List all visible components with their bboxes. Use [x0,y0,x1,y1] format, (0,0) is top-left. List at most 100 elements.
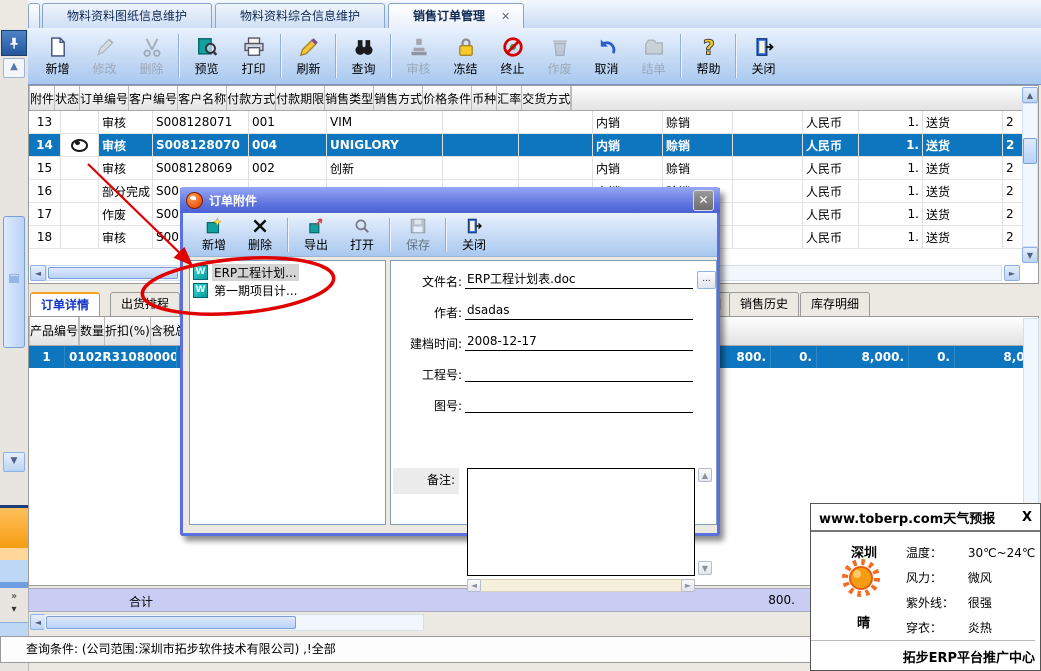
tab-sales-order[interactable]: 销售订单管理 ✕ [388,3,524,28]
cut-icon [141,36,163,58]
attachment-delete-button[interactable]: 删除 [237,215,283,255]
print-button[interactable]: 打印 [230,31,277,81]
column-header[interactable]: 状态 [55,86,80,110]
tab-stub[interactable] [28,3,40,28]
field-value[interactable]: ERP工程计划表.doc [465,269,693,289]
toolbar-separator [335,34,337,78]
refresh-icon [298,36,320,58]
column-header[interactable]: 付款方式 [227,86,276,110]
freeze-button[interactable]: 冻结 [442,31,489,81]
column-header[interactable] [571,86,572,110]
column-header[interactable]: 汇率 [497,86,522,110]
field-value[interactable]: 2008-12-17 [465,331,693,351]
weather-popup: www.toberp.com天气预报 X 深圳 晴 温度： 30℃~24℃ 风力… [810,503,1041,671]
tab-order-detail[interactable]: 订单详情 [30,292,100,316]
freeze-icon [455,36,477,58]
column-header[interactable]: 数量 [80,317,105,345]
weather-close-icon[interactable]: X [1022,510,1032,525]
column-header[interactable]: 产品编号 [30,317,79,345]
field-value[interactable] [465,362,693,382]
column-header[interactable]: 客户编号 [129,86,178,110]
remark-hscroll-track[interactable] [467,579,695,592]
attachment-file-list: W ERP工程计划... W 第一期项目计... [189,260,386,525]
dialog-titlebar[interactable]: 订单附件 ✕ [180,187,720,213]
refresh-button[interactable]: 刷新 [285,31,332,81]
collapse-up-icon[interactable]: ▲ [3,58,25,78]
remark-scroll-down-icon[interactable]: ▼ [698,561,712,575]
query-icon [353,36,375,58]
attachment-new-button[interactable]: 新增 [191,215,237,255]
rail-expand-icons[interactable]: »▾ [4,590,24,620]
toolbar-separator [280,34,282,78]
tab-shipping-schedule[interactable]: 出货排程 [110,292,180,316]
remark-scroll-up-icon[interactable]: ▲ [698,468,712,482]
orders-hscroll-right-icon[interactable]: ► [1004,265,1020,281]
field-value[interactable] [465,393,693,413]
close-order-button: 结单 [630,31,677,81]
tab-stock-detail[interactable]: 库存明细 [800,292,870,316]
column-header[interactable]: 客户名称 [178,86,227,110]
totals-qty-value: 800. [669,593,795,607]
close-button[interactable]: 关闭 [740,31,787,81]
orders-vscroll-up-icon[interactable]: ▲ [1022,87,1038,103]
cancel-button[interactable]: 取消 [583,31,630,81]
preview-button[interactable]: 预览 [183,31,230,81]
column-header[interactable]: 销售类型 [325,86,374,110]
dialog-close-icon[interactable]: ✕ [693,190,714,211]
list-item[interactable]: W ERP工程计划... [190,263,385,281]
remark-label: 备注: [393,468,459,494]
browse-button[interactable]: ... [697,271,716,289]
document-tabbar: 物料资料图纸信息维护 物料资料综合信息维护 销售订单管理 ✕ [28,0,1041,29]
column-header[interactable]: 币种 [472,86,497,110]
form-field: 建档时间: 2008-12-17 ... [391,331,718,353]
attachment-save-button: 保存 [395,215,441,255]
column-header[interactable]: 附件 [30,86,55,110]
orders-vscroll-thumb[interactable] [1023,138,1037,164]
rail-orange-panel[interactable] [0,508,28,548]
remark-textarea[interactable] [467,468,695,576]
dialog-title: 订单附件 [209,192,257,209]
edit-button: 修改 [81,31,128,81]
column-header[interactable]: 折扣(%) [105,317,151,345]
rail-blue-panel[interactable] [0,560,28,582]
attachment-close-button[interactable]: 关闭 [451,215,497,255]
app-logo-icon [186,192,203,209]
pin-icon[interactable] [1,30,27,56]
column-header[interactable]: 交货方式 [522,86,571,110]
list-item[interactable]: W 第一期项目计... [190,281,385,299]
toolbar-separator [390,34,392,78]
column-header[interactable]: 订单编号 [80,86,129,110]
table-row[interactable]: 13 审核 S008128071 001 VIM 内销 赊销 人民币 1. 送货… [29,111,1038,134]
column-header[interactable]: 价格条件 [423,86,472,110]
attachment-export-button[interactable]: 导出 [293,215,339,255]
sun-icon [839,556,883,600]
remark-scroll-right-icon[interactable]: ► [681,579,695,592]
query-button[interactable]: 查询 [340,31,387,81]
detail-hscroll-thumb[interactable] [46,616,296,629]
rail-blue-divider [0,582,28,588]
rail-scroll-down-icon[interactable]: ▼ [3,452,25,472]
field-value[interactable]: dsadas [465,300,693,320]
orders-hscroll-thumb[interactable] [48,267,178,279]
tab-material-drawing[interactable]: 物料资料图纸信息维护 [42,3,212,28]
table-row[interactable]: 14 审核 S008128070 004 UNIGLORY 内销 赊销 人民币 … [29,134,1038,157]
delete-button: 删除 [128,31,175,81]
attachment-open-button[interactable]: 打开 [339,215,385,255]
tab-material-info[interactable]: 物料资料综合信息维护 [215,3,385,28]
rail-scroll-thumb[interactable] [3,216,25,348]
help-button[interactable]: ?帮助 [685,31,732,81]
orders-vscroll-down-icon[interactable]: ▼ [1022,247,1038,263]
stop-button[interactable]: 终止 [489,31,536,81]
column-header[interactable]: 付款期限 [276,86,325,110]
table-row[interactable]: 15 审核 S008128069 002 创新 内销 赊销 人民币 1. 送货 … [29,157,1038,180]
tab-close-icon[interactable]: ✕ [498,9,513,24]
tab-sales-history[interactable]: 销售历史 [729,292,799,316]
preview-icon [196,36,218,58]
column-header[interactable]: 销售方式 [374,86,423,110]
orders-hscroll-left-icon[interactable]: ◄ [30,265,46,281]
orders-vscroll-track[interactable] [1022,103,1038,247]
remark-scroll-left-icon[interactable]: ◄ [467,579,481,592]
form-field: 工程号: ... [391,362,718,384]
new-icon [47,36,69,58]
new-button[interactable]: 新增 [34,31,81,81]
